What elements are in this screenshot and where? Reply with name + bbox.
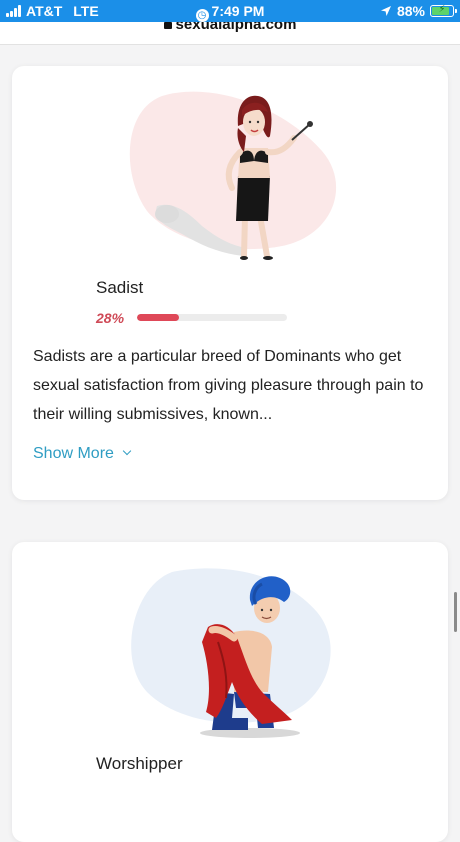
location-arrow-icon bbox=[380, 6, 391, 16]
battery-percent: 88% bbox=[396, 3, 425, 19]
browser-url-bar[interactable]: sexualalpha.com bbox=[0, 22, 460, 45]
status-bar: AT&T LTE ◷ 7:49 PM 88% ⚡ bbox=[0, 0, 460, 22]
alarm-icon: ◷ bbox=[195, 9, 209, 22]
lock-icon bbox=[163, 22, 172, 29]
chevron-down-icon bbox=[122, 446, 132, 456]
charging-bolt-icon: ⚡ bbox=[438, 4, 446, 15]
battery-icon: ⚡ bbox=[430, 4, 457, 17]
url-display[interactable]: sexualalpha.com bbox=[0, 22, 460, 33]
scroll-indicator[interactable] bbox=[454, 592, 457, 632]
show-more-button[interactable]: Show More bbox=[33, 445, 132, 463]
type-name: Sadist bbox=[96, 278, 144, 297]
show-more-label: Show More bbox=[33, 445, 114, 462]
match-progress-bar bbox=[137, 314, 287, 321]
match-progress-fill bbox=[137, 314, 179, 321]
type-description: Sadists are a particular breed of Domina… bbox=[33, 348, 424, 423]
time-label: 7:49 PM bbox=[211, 3, 265, 19]
result-card-sadist: Sadist 28% Sadists are a particular bree… bbox=[12, 66, 448, 500]
result-card-worshipper: Worshipper bbox=[12, 542, 448, 842]
type-name: Worshipper bbox=[96, 754, 183, 773]
status-right: 88% ⚡ bbox=[380, 3, 457, 19]
url-text: sexualalpha.com bbox=[175, 22, 297, 33]
match-percent: 28% bbox=[96, 310, 125, 326]
worshipper-illustration bbox=[131, 568, 331, 738]
sadist-illustration bbox=[129, 91, 337, 260]
